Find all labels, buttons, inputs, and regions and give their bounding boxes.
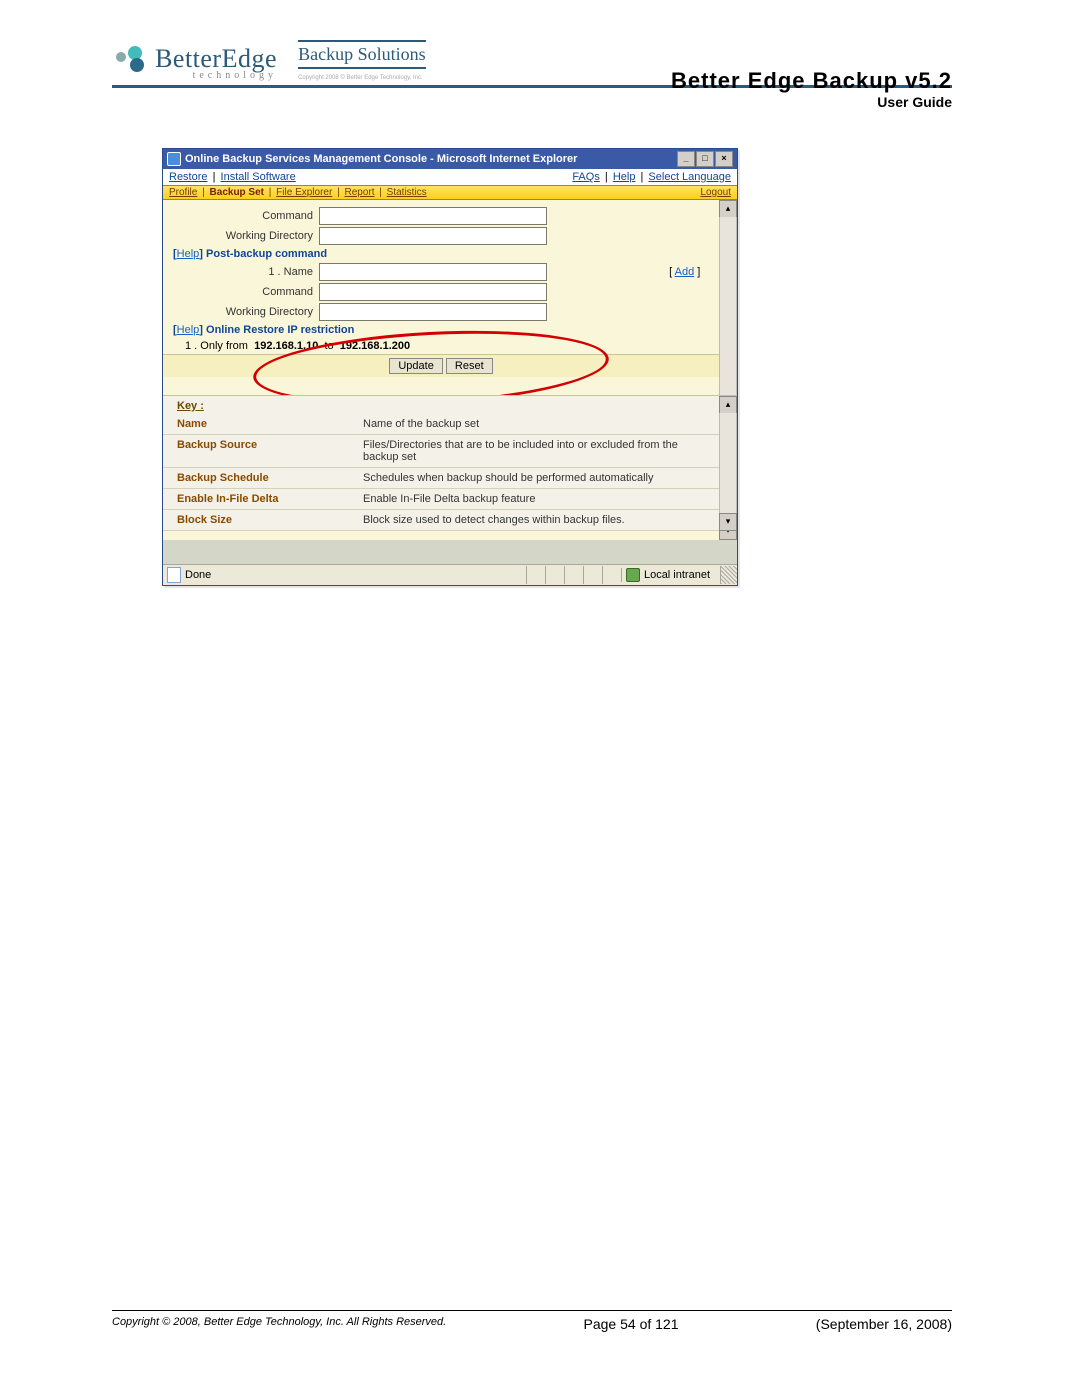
ip-row-prefix: 1 . Only from bbox=[185, 340, 248, 352]
content-background bbox=[163, 540, 737, 564]
page-header: BetterEdge technology Backup Solutions C… bbox=[112, 40, 952, 88]
update-button[interactable]: Update bbox=[389, 358, 442, 374]
key-row: Backup Schedule Schedules when backup sh… bbox=[163, 468, 719, 489]
status-text: Done bbox=[185, 569, 211, 581]
working-dir2-label: Working Directory bbox=[163, 302, 319, 322]
security-zone-text: Local intranet bbox=[644, 569, 710, 581]
install-software-link[interactable]: Install Software bbox=[221, 171, 296, 183]
logo-dots-icon bbox=[112, 44, 152, 74]
post-backup-header: [Help] Post-backup command bbox=[163, 246, 719, 262]
document-icon bbox=[167, 567, 181, 583]
doc-subtitle: User Guide bbox=[671, 94, 952, 110]
page-footer: Copyright © 2008, Better Edge Technology… bbox=[112, 1316, 952, 1332]
status-pane bbox=[602, 566, 621, 584]
logo: BetterEdge technology bbox=[112, 44, 277, 85]
tab-report[interactable]: Report bbox=[344, 187, 374, 198]
help-link[interactable]: Help bbox=[613, 171, 636, 183]
security-zone-icon bbox=[626, 568, 640, 582]
logo-main: BetterEdge bbox=[155, 44, 277, 73]
ip-to-word: to bbox=[324, 340, 333, 352]
ip-from-value: 192.168.1.10 bbox=[254, 340, 318, 352]
key-row: Block Size Block size used to detect cha… bbox=[163, 510, 719, 531]
key-scrollbar-track[interactable] bbox=[719, 413, 737, 514]
command-label: Command bbox=[163, 206, 319, 226]
window-title: Online Backup Services Management Consol… bbox=[185, 153, 577, 165]
backup-solutions-title: Backup Solutions bbox=[298, 40, 426, 69]
browser-window: Online Backup Services Management Consol… bbox=[162, 148, 738, 586]
key-header: Key : bbox=[163, 396, 737, 414]
name-input[interactable] bbox=[319, 263, 547, 281]
footer-date: (September 16, 2008) bbox=[816, 1316, 952, 1332]
status-pane bbox=[583, 566, 602, 584]
faqs-link[interactable]: FAQs bbox=[572, 171, 600, 183]
add-link[interactable]: Add bbox=[675, 266, 695, 278]
working-dir2-input[interactable] bbox=[319, 303, 547, 321]
status-bar: Done Local intranet bbox=[163, 564, 737, 585]
tab-profile[interactable]: Profile bbox=[169, 187, 197, 198]
reset-button[interactable]: Reset bbox=[446, 358, 493, 374]
command-input[interactable] bbox=[319, 207, 547, 225]
command2-input[interactable] bbox=[319, 283, 547, 301]
key-row: Enable In-File Delta Enable In-File Delt… bbox=[163, 489, 719, 510]
tab-file-explorer[interactable]: File Explorer bbox=[276, 187, 332, 198]
close-button[interactable]: × bbox=[715, 151, 733, 167]
tab-statistics[interactable]: Statistics bbox=[387, 187, 427, 198]
status-pane bbox=[564, 566, 583, 584]
backup-solutions-sub: Copyright 2008 © Better Edge Technology,… bbox=[298, 75, 426, 81]
status-pane bbox=[526, 566, 545, 584]
key-scroll-up[interactable]: ▴ bbox=[719, 396, 737, 414]
status-pane bbox=[545, 566, 564, 584]
restore-link[interactable]: Restore bbox=[169, 171, 208, 183]
name-row-prefix: 1 . bbox=[268, 266, 280, 278]
name-row-label: Name bbox=[284, 266, 313, 278]
working-dir-label: Working Directory bbox=[163, 226, 319, 246]
logout-link[interactable]: Logout bbox=[700, 187, 731, 198]
working-dir-input[interactable] bbox=[319, 227, 547, 245]
post-backup-help-link[interactable]: Help bbox=[177, 248, 200, 260]
footer-copyright: Copyright © 2008, Better Edge Technology… bbox=[112, 1316, 446, 1328]
select-language-link[interactable]: Select Language bbox=[648, 171, 731, 183]
top-linkbar: Restore | Install Software FAQs | Help |… bbox=[163, 169, 737, 185]
maximize-button[interactable]: □ bbox=[696, 151, 714, 167]
ip-to-value: 192.168.1.200 bbox=[340, 340, 410, 352]
command2-label: Command bbox=[163, 282, 319, 302]
minimize-button[interactable]: _ bbox=[677, 151, 695, 167]
ip-restriction-header: [Help] Online Restore IP restriction bbox=[163, 322, 719, 338]
ie-icon bbox=[167, 152, 181, 166]
scroll-up-button[interactable]: ▴ bbox=[719, 200, 737, 218]
nav-tabbar: Profile | Backup Set | File Explorer | R… bbox=[163, 185, 737, 200]
footer-rule bbox=[112, 1310, 952, 1311]
window-titlebar: Online Backup Services Management Consol… bbox=[163, 149, 737, 169]
doc-title: Better Edge Backup v5.2 bbox=[671, 68, 952, 94]
key-scroll-down[interactable]: ▾ bbox=[719, 513, 737, 531]
tab-backup-set[interactable]: Backup Set bbox=[210, 187, 264, 198]
key-row: Name Name of the backup set bbox=[163, 414, 719, 435]
ip-restriction-help-link[interactable]: Help bbox=[177, 324, 200, 336]
resize-grip-icon[interactable] bbox=[720, 566, 737, 584]
key-row: Backup Source Files/Directories that are… bbox=[163, 435, 719, 468]
